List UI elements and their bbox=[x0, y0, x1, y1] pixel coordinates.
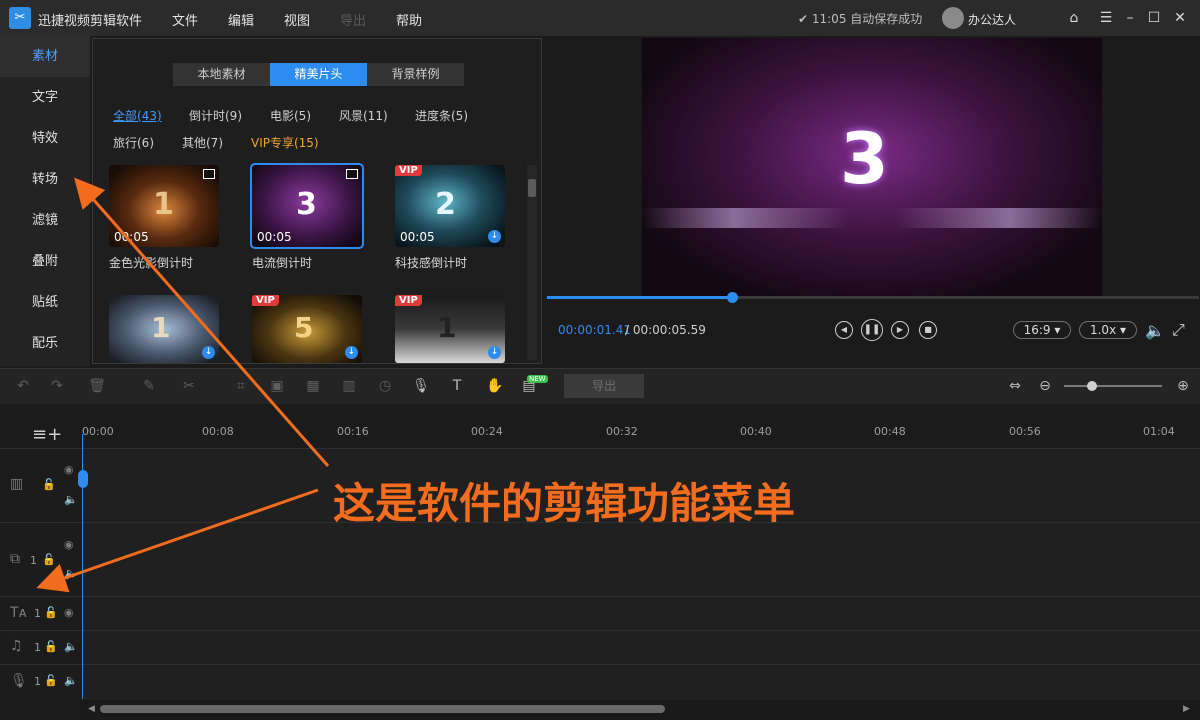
annotation-text: 这是软件的剪辑功能菜单 bbox=[333, 479, 796, 528]
arrow-to-track bbox=[36, 488, 319, 593]
arrow-to-nav bbox=[74, 177, 330, 467]
annotation-arrows bbox=[36, 177, 330, 593]
